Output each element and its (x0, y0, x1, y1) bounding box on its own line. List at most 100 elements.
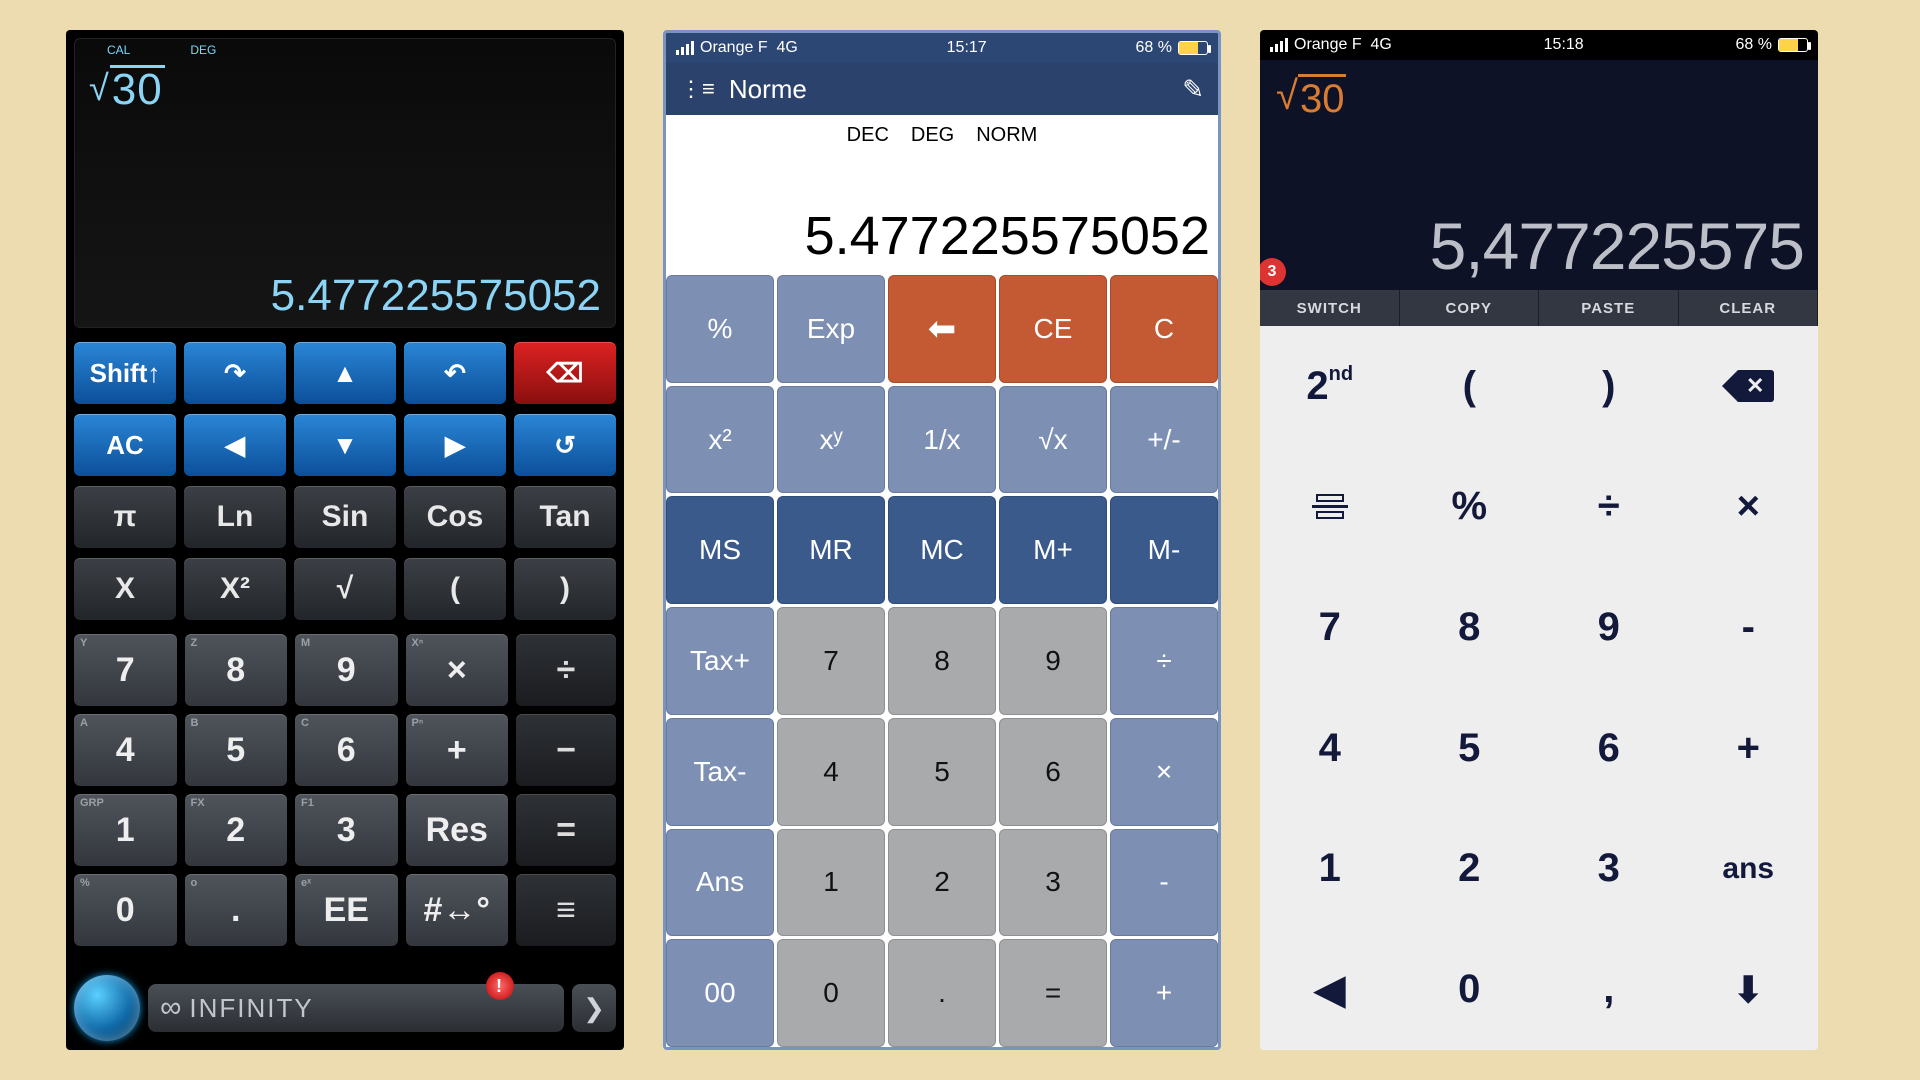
key-8[interactable]: Z8 (185, 634, 288, 706)
left-button[interactable]: ◀ (184, 414, 286, 476)
key--[interactable]: - (1679, 567, 1819, 688)
mode-deg[interactable]: DEG (911, 124, 954, 147)
key-%[interactable]: % (1400, 447, 1540, 568)
func-4[interactable]: ) (514, 558, 616, 620)
key-1[interactable]: 1 (1260, 809, 1400, 930)
func-cos[interactable]: Cos (404, 486, 506, 548)
key-M-[interactable]: M- (1110, 496, 1218, 604)
up-button[interactable]: ▲ (294, 342, 396, 404)
op-≡[interactable]: ≡ (516, 874, 616, 946)
key-1[interactable]: GRP1 (74, 794, 177, 866)
key-1[interactable]: 1 (777, 829, 885, 937)
key-xʸ[interactable]: xʸ (777, 386, 885, 494)
key-×[interactable]: Xⁿ× (406, 634, 509, 706)
second-button[interactable]: 2nd (1260, 326, 1400, 447)
key-7[interactable]: 7 (1260, 567, 1400, 688)
key-0[interactable]: 0 (1400, 929, 1540, 1050)
key-)[interactable]: ) (1539, 326, 1679, 447)
key-Exp[interactable]: Exp (777, 275, 885, 383)
left-button[interactable]: ◀ (1260, 929, 1400, 1050)
ac-button[interactable]: AC (74, 414, 176, 476)
redo-button[interactable]: ↷ (184, 342, 286, 404)
key-6[interactable]: C6 (295, 714, 398, 786)
key-ans[interactable]: ans (1679, 809, 1819, 930)
down-button[interactable]: ⬇ (1679, 929, 1819, 1050)
menu-orb-icon[interactable] (74, 975, 140, 1041)
func-π[interactable]: π (74, 486, 176, 548)
key-2[interactable]: 2 (888, 829, 996, 937)
key-#↔°[interactable]: #↔° (406, 874, 509, 946)
key-2[interactable]: 2 (1400, 809, 1540, 930)
key-3[interactable]: 3 (999, 829, 1107, 937)
key-MS[interactable]: MS (666, 496, 774, 604)
func-3[interactable]: ( (404, 558, 506, 620)
key-CE[interactable]: CE (999, 275, 1107, 383)
op-−[interactable]: − (516, 714, 616, 786)
key-5[interactable]: 5 (888, 718, 996, 826)
key-Res[interactable]: Res (406, 794, 509, 866)
func-2[interactable]: √ (294, 558, 396, 620)
key-5[interactable]: 5 (1400, 688, 1540, 809)
func-ln[interactable]: Ln (184, 486, 286, 548)
key-6[interactable]: 6 (1539, 688, 1679, 809)
key-÷[interactable]: ÷ (1539, 447, 1679, 568)
menu-icon[interactable]: ⋮≡ (680, 76, 715, 102)
mode-norm[interactable]: NORM (976, 124, 1037, 147)
pen-icon[interactable]: ✎ (1182, 74, 1204, 105)
key-+[interactable]: + (1110, 939, 1218, 1047)
key-([interactable]: ( (1400, 326, 1540, 447)
key-9[interactable]: M9 (295, 634, 398, 706)
key-x²[interactable]: x² (666, 386, 774, 494)
key-←[interactable]: ⬅ (888, 275, 996, 383)
key-1/x[interactable]: 1/x (888, 386, 996, 494)
key-.[interactable]: o. (185, 874, 288, 946)
key-√x[interactable]: √x (999, 386, 1107, 494)
func-sin[interactable]: Sin (294, 486, 396, 548)
key-MC[interactable]: MC (888, 496, 996, 604)
switch-button[interactable]: SWITCH (1260, 290, 1400, 326)
key-4[interactable]: 4 (1260, 688, 1400, 809)
key-MR[interactable]: MR (777, 496, 885, 604)
key-6[interactable]: 6 (999, 718, 1107, 826)
key-%[interactable]: % (666, 275, 774, 383)
key-8[interactable]: 8 (888, 607, 996, 715)
key-÷[interactable]: ÷ (1110, 607, 1218, 715)
key-3[interactable]: F13 (295, 794, 398, 866)
backspace-button[interactable]: ⌫ (514, 342, 616, 404)
key-7[interactable]: 7 (777, 607, 885, 715)
infinity-bar[interactable]: ∞ INFINITY ! (148, 984, 564, 1032)
key--[interactable]: - (1110, 829, 1218, 937)
backspace-button[interactable]: ✕ (1679, 326, 1819, 447)
undo-button[interactable]: ↶ (404, 342, 506, 404)
key-3[interactable]: 3 (1539, 809, 1679, 930)
key-C[interactable]: C (1110, 275, 1218, 383)
key-7[interactable]: Y7 (74, 634, 177, 706)
chevron-right-icon[interactable]: ❯ (572, 984, 616, 1032)
key-Tax+[interactable]: Tax+ (666, 607, 774, 715)
key-00[interactable]: 00 (666, 939, 774, 1047)
history-button[interactable]: ↺ (514, 414, 616, 476)
key-=[interactable]: = (999, 939, 1107, 1047)
op-÷[interactable]: ÷ (516, 634, 616, 706)
key-5[interactable]: B5 (185, 714, 288, 786)
key-+[interactable]: Pⁿ+ (406, 714, 509, 786)
key-,[interactable]: , (1539, 929, 1679, 1050)
key-4[interactable]: A4 (74, 714, 177, 786)
clear-button[interactable]: CLEAR (1679, 290, 1819, 326)
key-4[interactable]: 4 (777, 718, 885, 826)
key-Tax-[interactable]: Tax- (666, 718, 774, 826)
key-9[interactable]: 9 (1539, 567, 1679, 688)
key-0[interactable]: %0 (74, 874, 177, 946)
op-=[interactable]: = (516, 794, 616, 866)
key-8[interactable]: 8 (1400, 567, 1540, 688)
copy-button[interactable]: COPY (1400, 290, 1540, 326)
key-0[interactable]: 0 (777, 939, 885, 1047)
func-0[interactable]: X (74, 558, 176, 620)
func-tan[interactable]: Tan (514, 486, 616, 548)
mode-dec[interactable]: DEC (847, 124, 889, 147)
key-EE[interactable]: eˣEE (295, 874, 398, 946)
key-×[interactable]: × (1110, 718, 1218, 826)
down-button[interactable]: ▼ (294, 414, 396, 476)
key-M+[interactable]: M+ (999, 496, 1107, 604)
key-2[interactable]: FX2 (185, 794, 288, 866)
